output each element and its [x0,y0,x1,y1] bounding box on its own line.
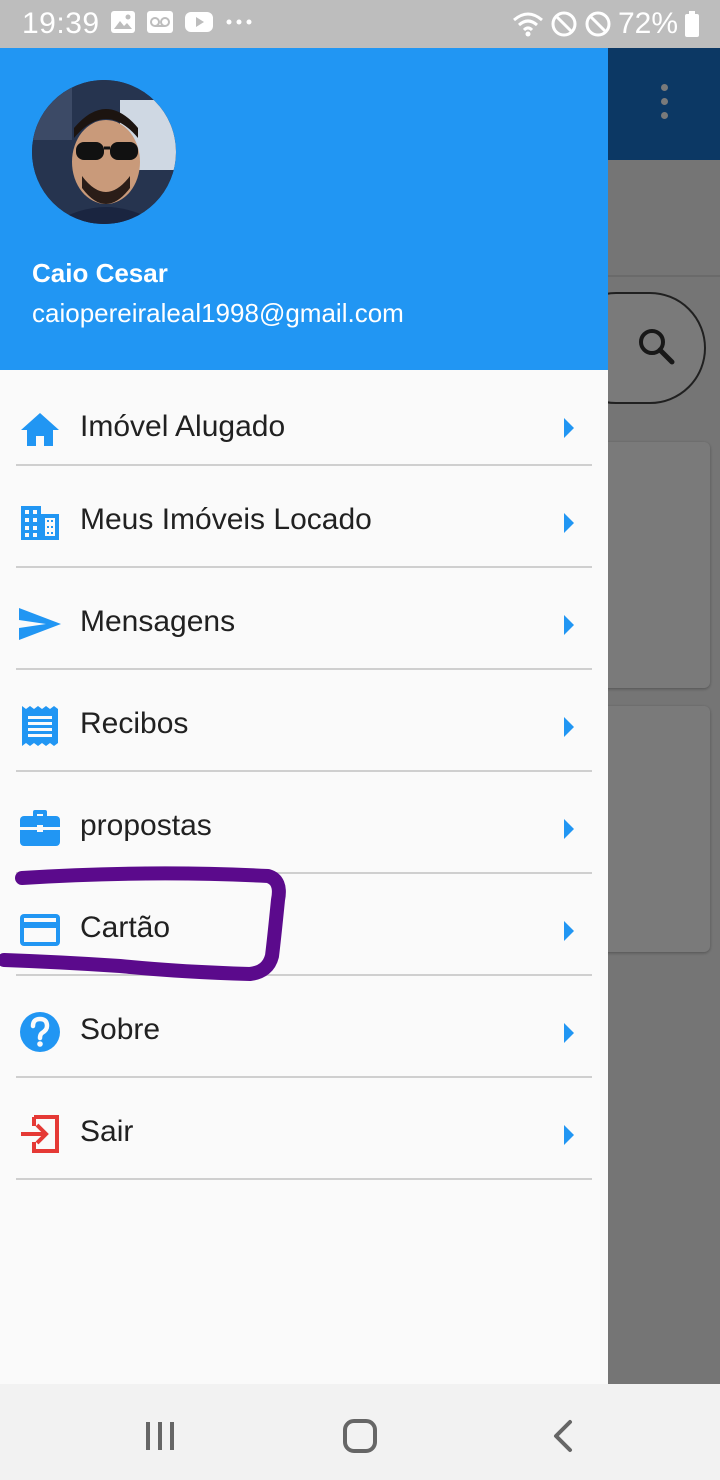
navigation-drawer: Caio Cesar caiopereiraleal1998@gmail.com… [0,48,608,1384]
menu-item-recibos[interactable]: Recibos [0,670,608,772]
menu-item-label: Cartão [80,911,171,944]
blocked-icon [551,11,577,37]
youtube-icon [185,12,213,32]
more-notifications-icon [226,19,252,25]
menu-item-cartao[interactable]: Cartão [0,874,608,976]
send-icon [19,608,61,640]
exit-icon [21,1115,59,1153]
voicemail-icon [147,11,173,33]
menu-item-sair[interactable]: Sair [0,1078,608,1180]
avatar[interactable] [32,80,176,224]
menu-item-label: Mensagens [80,605,236,638]
home-icon [21,413,59,446]
building-icon [21,506,59,540]
recents-button[interactable] [142,1418,178,1454]
drawer-header: Caio Cesar caiopereiraleal1998@gmail.com [0,48,608,370]
battery-percent: 72% [617,7,678,40]
menu-item-label: Sobre [80,1013,161,1046]
chevron-right-icon [564,921,574,941]
status-time: 19:39 [22,7,100,40]
avatar-photo [32,80,176,224]
menu-item-propostas[interactable]: propostas [0,772,608,874]
menu-item-label: Recibos [80,707,189,740]
receipt-icon [22,706,58,746]
system-nav-bar [0,1384,720,1480]
chevron-right-icon [564,819,574,839]
drawer-menu: Imóvel Alugado Meus Imóveis Locado Mensa… [0,370,608,1180]
divider [16,1178,592,1180]
chevron-right-icon [564,513,574,533]
user-name: Caio Cesar [32,258,168,288]
menu-item-label: Meus Imóveis Locado [80,503,372,536]
chevron-right-icon [564,1125,574,1145]
chevron-right-icon [564,418,574,438]
chevron-right-icon [564,717,574,737]
status-bar: 19:39 72% [0,0,720,48]
user-email: caiopereiraleal1998@gmail.com [32,298,404,328]
menu-item-sobre[interactable]: Sobre [0,976,608,1078]
image-icon [111,11,135,33]
home-button[interactable] [342,1418,378,1454]
chevron-right-icon [564,615,574,635]
chevron-right-icon [564,1023,574,1043]
menu-item-label: propostas [80,809,212,842]
wifi-icon [512,12,543,37]
battery-icon [685,11,699,37]
menu-item-label: Imóvel Alugado [80,410,286,443]
help-icon [20,1012,60,1052]
menu-item-imovel-alugado[interactable]: Imóvel Alugado [0,370,608,466]
menu-item-mensagens[interactable]: Mensagens [0,568,608,670]
back-button[interactable] [546,1418,582,1454]
menu-item-label: Sair [80,1115,134,1148]
menu-item-meus-imoveis-locado[interactable]: Meus Imóveis Locado [0,466,608,568]
briefcase-icon [20,810,60,846]
credit-card-icon [20,914,60,946]
blocked-icon [585,11,611,37]
